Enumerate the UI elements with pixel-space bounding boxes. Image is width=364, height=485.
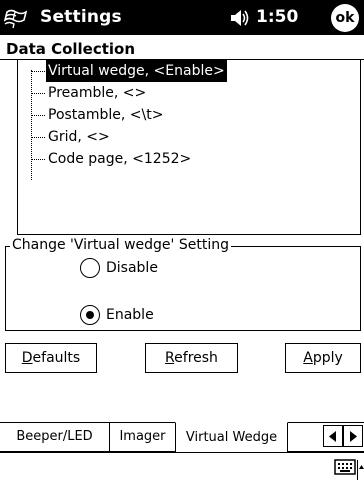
tab-scroll-right[interactable] xyxy=(343,425,363,447)
tab-imager[interactable]: Imager xyxy=(109,422,175,452)
windows-flag-icon[interactable] xyxy=(4,5,30,31)
tree-branch xyxy=(31,159,45,160)
radio-circle xyxy=(80,258,100,278)
button-label: efresh xyxy=(174,350,218,366)
radio-disable[interactable]: Disable xyxy=(80,256,200,280)
tree-branch xyxy=(31,137,45,138)
tree-branch xyxy=(31,93,45,94)
setting-group-legend: Change 'Virtual wedge' Setting xyxy=(10,235,231,255)
radio-selected-dot xyxy=(86,311,94,319)
menu-bar xyxy=(0,452,364,485)
up-arrow-icon[interactable] xyxy=(357,460,364,480)
tree-branch xyxy=(31,115,45,116)
radio-enable[interactable]: Enable xyxy=(80,303,200,327)
apply-button[interactable]: Apply xyxy=(285,343,361,373)
radio-label: Enable xyxy=(106,307,154,323)
keyboard-icon[interactable] xyxy=(334,457,356,477)
ok-button[interactable]: ok xyxy=(331,4,359,32)
tab-beeper-led[interactable]: Beeper/LED xyxy=(0,422,109,452)
button-label: pply xyxy=(312,350,343,366)
app-title: Settings xyxy=(40,7,122,27)
mnemonic: D xyxy=(21,350,33,366)
page-title: Data Collection xyxy=(6,40,136,58)
clock[interactable]: 1:50 xyxy=(256,7,298,27)
mnemonic: R xyxy=(165,350,175,366)
settings-tree[interactable]: Virtual wedge, <Enable> Preamble, <> Pos… xyxy=(17,60,361,235)
tab-virtual-wedge[interactable]: Virtual Wedge xyxy=(175,422,288,452)
tab-scroll-left[interactable] xyxy=(323,425,343,447)
tree-connector-line xyxy=(31,70,32,180)
mnemonic: A xyxy=(303,350,313,366)
arrow-left-icon xyxy=(329,431,336,442)
tree-branch xyxy=(31,71,45,72)
title-bar: Settings 1:50 ok xyxy=(0,0,364,35)
speaker-icon[interactable] xyxy=(229,7,251,29)
radio-circle xyxy=(80,305,100,325)
arrow-right-icon xyxy=(350,431,357,442)
tree-item-label: Preamble, <> xyxy=(48,85,147,101)
defaults-button[interactable]: Defaults xyxy=(5,343,97,373)
tree-item-label: Grid, <> xyxy=(48,129,110,145)
refresh-button[interactable]: Refresh xyxy=(145,343,238,373)
radio-label: Disable xyxy=(106,260,158,276)
tree-item-label: Code page, <1252> xyxy=(48,151,192,167)
tree-item-label: Postamble, <\t> xyxy=(48,107,164,123)
tree-item-label: Virtual wedge, <Enable> xyxy=(46,60,227,82)
button-label: efaults xyxy=(32,350,81,366)
